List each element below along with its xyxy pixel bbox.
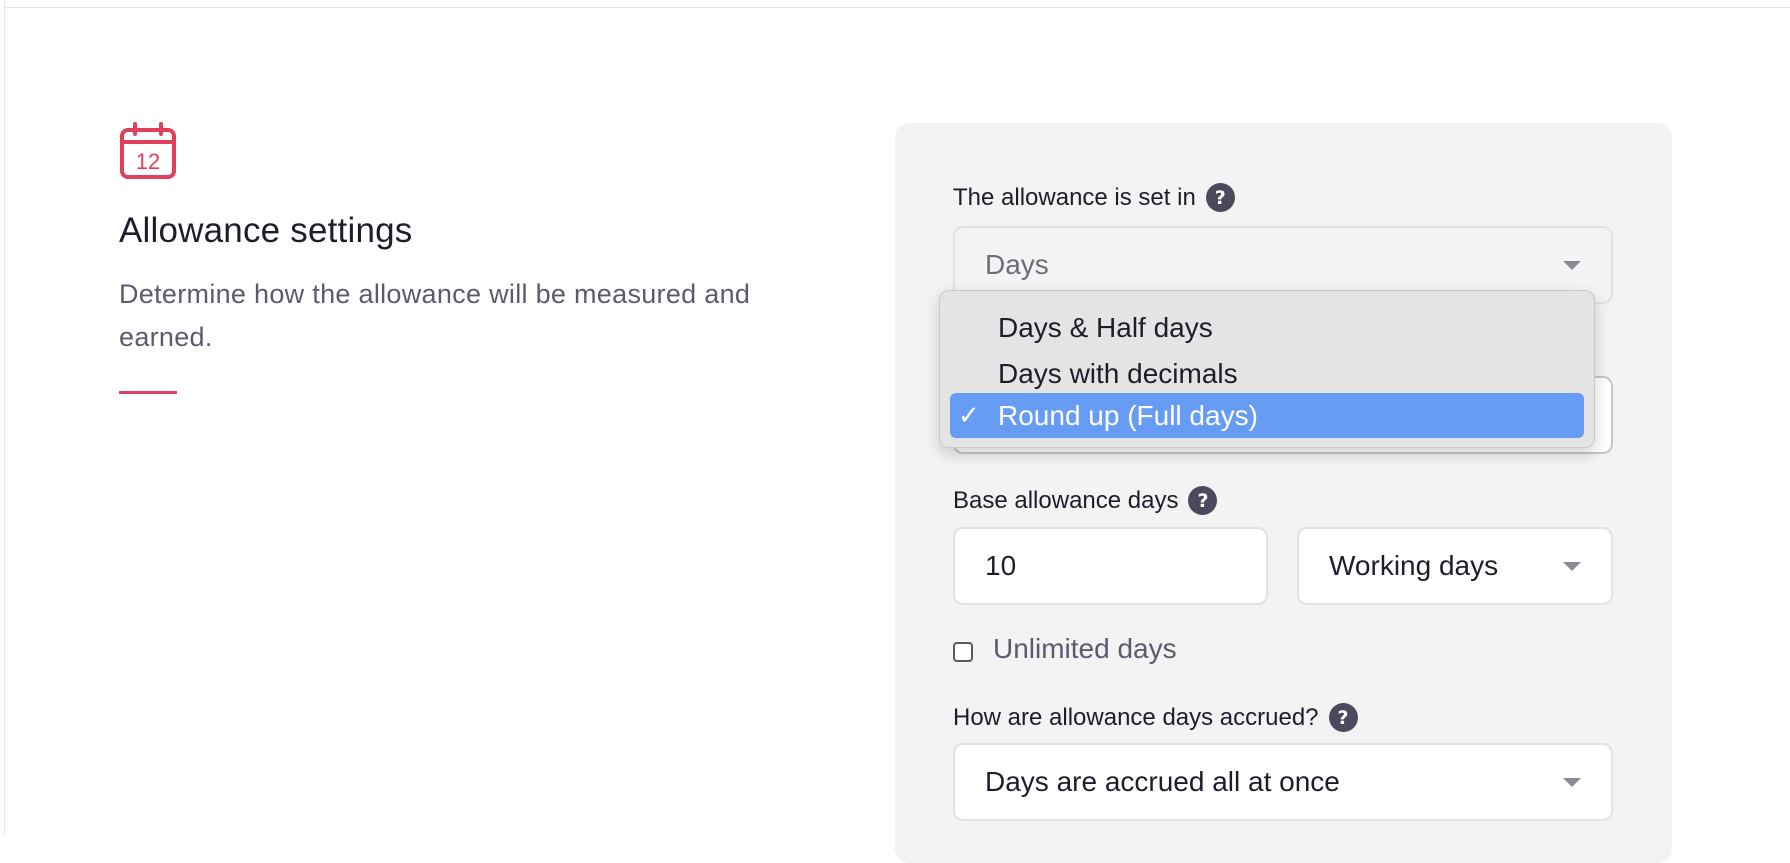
menu-item-label: Days with decimals <box>998 357 1238 389</box>
chevron-down-icon <box>1563 261 1581 270</box>
help-icon[interactable]: ? <box>1188 486 1218 515</box>
allowance-unit-label-text: The allowance is set in <box>953 183 1196 211</box>
day-type-value: Working days <box>1329 550 1499 581</box>
settings-panel: The allowance is set in ? Days Base allo… <box>895 123 1672 863</box>
unlimited-days-checkbox[interactable] <box>953 642 973 662</box>
menu-item-label: Days & Half days <box>998 311 1213 343</box>
day-type-select[interactable]: Working days <box>1297 527 1613 605</box>
top-divider <box>4 7 1790 8</box>
accrual-label: How are allowance days accrued? ? <box>953 703 1358 732</box>
chevron-down-icon <box>1563 778 1581 787</box>
base-allowance-input[interactable]: 10 <box>953 527 1268 605</box>
allowance-unit-value: Days <box>985 249 1049 280</box>
unlimited-days-label: Unlimited days <box>993 633 1177 664</box>
section-title: Allowance settings <box>119 211 413 250</box>
base-allowance-label: Base allowance days ? <box>953 486 1218 515</box>
accrual-value: Days are accrued all at once <box>985 766 1340 797</box>
chevron-down-icon <box>1563 562 1581 571</box>
help-icon[interactable]: ? <box>1205 183 1235 212</box>
help-icon[interactable]: ? <box>1328 703 1358 732</box>
calendar-day: 12 <box>136 149 160 174</box>
menu-item-round-up[interactable]: ✓ Round up (Full days) <box>950 393 1584 438</box>
calendar-icon: 12 <box>120 122 176 179</box>
checkmark-icon: ✓ <box>958 400 980 431</box>
rounding-dropdown-menu: Days & Half days Days with decimals ✓ Ro… <box>939 290 1595 448</box>
allowance-settings-intro: 12 Allowance settings Determine how the … <box>119 122 799 394</box>
base-allowance-value: 10 <box>985 550 1017 581</box>
allowance-unit-label: The allowance is set in ? <box>953 183 1235 212</box>
unlimited-days-row[interactable]: Unlimited days <box>953 633 1177 665</box>
menu-item-days-half-days[interactable]: Days & Half days <box>950 305 1584 350</box>
section-description: Determine how the allowance will be meas… <box>119 279 751 352</box>
menu-item-days-with-decimals[interactable]: Days with decimals <box>950 351 1584 396</box>
accent-underline <box>119 391 177 394</box>
menu-item-label: Round up (Full days) <box>998 399 1258 431</box>
accrual-label-text: How are allowance days accrued? <box>953 703 1319 731</box>
base-allowance-label-text: Base allowance days <box>953 486 1179 514</box>
accrual-select[interactable]: Days are accrued all at once <box>953 743 1613 821</box>
